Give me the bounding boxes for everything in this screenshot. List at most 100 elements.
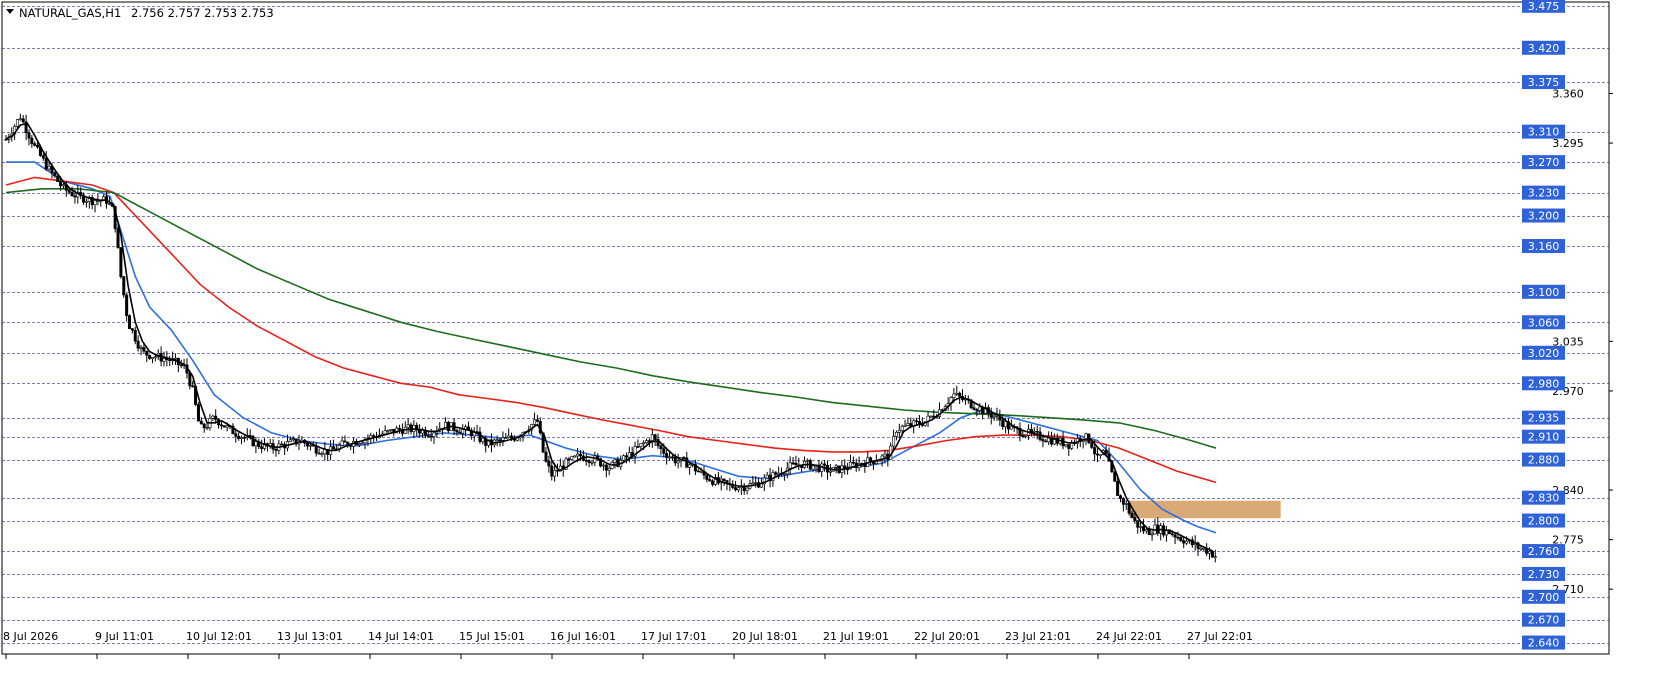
candle-body: [1173, 534, 1177, 538]
candle-body: [1044, 440, 1048, 443]
candle-body: [734, 487, 738, 491]
candle-body: [122, 276, 126, 296]
candle-body: [1130, 512, 1134, 518]
candle-body: [711, 480, 715, 485]
candle-body: [1001, 419, 1005, 427]
candle-body: [33, 143, 37, 146]
candle-body: [851, 461, 855, 464]
y-tick-label: 3.360: [1552, 88, 1584, 101]
candle-body: [668, 456, 672, 459]
candle-body: [883, 453, 887, 457]
price-chart[interactable]: 3.3603.2953.0352.9702.8402.7752.7103.475…: [0, 0, 1658, 684]
candle-body: [665, 453, 669, 458]
candle-body: [202, 423, 206, 429]
candle-body: [383, 430, 387, 435]
candle-body: [398, 427, 402, 430]
price-tag-label: 2.760: [1528, 545, 1560, 558]
candle-body: [929, 415, 933, 418]
candle-body: [823, 463, 827, 466]
candle-body: [892, 436, 896, 447]
price-tag-label: 3.230: [1528, 187, 1560, 200]
candle-body: [188, 372, 192, 387]
candle-body: [975, 409, 979, 411]
candle-body: [308, 444, 312, 447]
candle-body: [47, 165, 51, 170]
price-tag-label: 3.060: [1528, 316, 1560, 329]
candle-body: [751, 482, 755, 485]
candle-body: [288, 439, 292, 442]
candle-body: [955, 392, 959, 395]
candle-body: [782, 473, 786, 476]
candle-body: [173, 357, 177, 360]
candle-body: [794, 462, 798, 466]
candle-body: [645, 440, 649, 444]
candle-body: [205, 427, 209, 429]
candle-body: [237, 435, 241, 439]
candle-body: [162, 358, 166, 362]
candle-body: [280, 443, 284, 446]
candle-body: [1208, 551, 1212, 554]
candle-body: [874, 461, 878, 464]
candle-body: [168, 359, 172, 362]
candle-body: [553, 469, 557, 477]
candle-body: [461, 429, 465, 434]
candle-body: [498, 439, 502, 442]
candle-body: [1004, 421, 1008, 427]
price-tag-label: 3.200: [1528, 210, 1560, 223]
candle-body: [656, 439, 660, 447]
candle-body: [133, 329, 137, 342]
candle-body: [745, 487, 749, 492]
candle-body: [426, 435, 430, 437]
candle-body: [15, 119, 19, 127]
price-tag-label: 3.475: [1528, 0, 1560, 13]
candle-body: [584, 459, 588, 462]
candle-body: [455, 430, 459, 433]
candle-body: [1118, 495, 1122, 499]
candle-body: [61, 184, 65, 187]
candle-body: [989, 412, 993, 418]
candle-body: [142, 347, 146, 352]
candle-body: [107, 203, 111, 205]
candle-body: [659, 445, 663, 449]
chart-background: [0, 0, 1658, 684]
price-tag-label: 2.730: [1528, 568, 1560, 581]
price-tag-label: 3.160: [1528, 240, 1560, 253]
candle-body: [53, 172, 57, 177]
candle-body: [805, 459, 809, 462]
candle-body: [811, 465, 815, 470]
candle-body: [1093, 447, 1097, 455]
ohlc-values: 2.756 2.757 2.753 2.753: [131, 6, 274, 20]
candle-body: [791, 462, 795, 465]
candle-body: [179, 364, 183, 367]
x-tick-label: 17 Jul 17:01: [641, 630, 707, 643]
candle-body: [389, 429, 393, 431]
candle-body: [145, 350, 149, 356]
candle-body: [478, 431, 482, 442]
candle-body: [736, 487, 740, 491]
candle-body: [788, 462, 792, 469]
candle-body: [372, 435, 376, 437]
x-tick-label: 14 Jul 14:01: [368, 630, 434, 643]
candle-body: [673, 456, 677, 464]
candle-body: [1182, 540, 1186, 544]
candle-body: [570, 456, 574, 460]
candle-body: [550, 465, 554, 477]
price-tag-label: 2.980: [1528, 377, 1560, 390]
candle-body: [1029, 428, 1033, 433]
price-tag-label: 2.880: [1528, 454, 1560, 467]
candle-body: [622, 455, 626, 461]
chart-window[interactable]: 3.360 3.295 3.035 2.970 2.840 2.775 2.710 3.475…: [0, 0, 1658, 684]
candle-body: [1139, 526, 1143, 528]
candle-body: [1096, 453, 1100, 456]
price-tag-label: 2.935: [1528, 412, 1560, 425]
candle-body: [952, 393, 956, 398]
candle-body: [636, 446, 640, 448]
candle-body: [191, 385, 195, 388]
candle-body: [699, 470, 703, 473]
price-tag-label: 3.100: [1528, 286, 1560, 299]
candle-body: [1067, 444, 1071, 449]
candle-body: [682, 457, 686, 459]
candle-body: [1104, 450, 1108, 455]
candle-body: [96, 200, 100, 202]
candle-body: [219, 424, 223, 427]
